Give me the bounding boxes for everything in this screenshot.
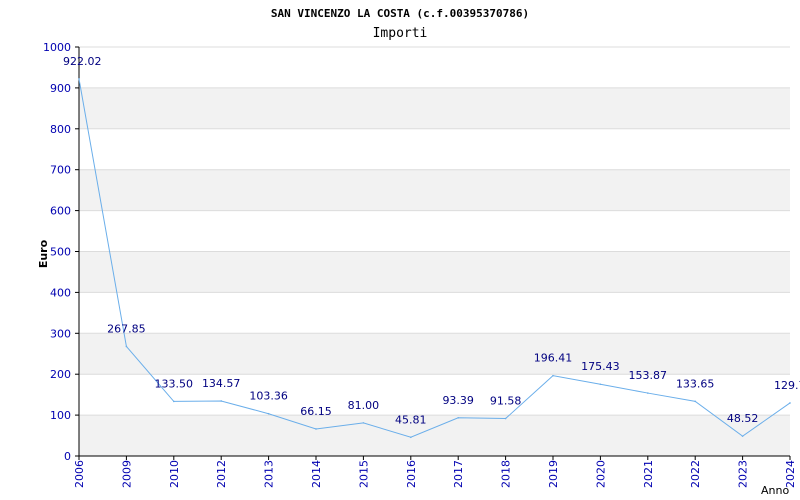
data-point [504,417,507,420]
y-tick-label: 300 [50,327,71,340]
data-label: 133.65 [676,377,715,390]
grid-band [79,169,790,211]
grid-band [79,251,790,293]
grid-band [79,87,790,129]
data-label: 81.00 [348,399,380,412]
data-label: 93.39 [442,394,474,407]
x-tick-label: 2006 [73,460,86,488]
data-point [315,428,317,430]
x-tick-labels: 2006 2009 2010 2012 2013 2014 2015 2016 2017 2018… [73,460,797,488]
x-tick-label: 2012 [215,460,228,488]
data-label: 153.87 [629,369,668,382]
x-tick-label: 2022 [689,460,702,488]
data-label: 91.58 [490,395,522,408]
x-axis-label: Anno [761,484,789,497]
grid-band [79,333,790,375]
y-tick-label: 900 [50,82,71,95]
data-point [741,435,744,437]
grid-band [79,415,790,456]
y-tick-label: 800 [50,123,71,136]
data-point [552,374,554,377]
y-axis-label: Euro [37,239,50,268]
data-point [125,345,128,348]
data-point [267,412,270,415]
data-label: 48.52 [727,412,759,425]
x-tick-label: 2018 [500,460,513,488]
data-point [78,78,80,80]
chart-subtitle: Importi [373,26,428,41]
y-tick-label: 100 [50,409,71,422]
data-point [410,436,412,439]
x-tick-label: 2021 [642,460,655,488]
grid-bands [79,46,790,457]
data-label: 267.85 [107,322,146,335]
data-point [173,400,175,403]
x-tick-label: 2010 [168,460,181,488]
y-tick-label: 600 [50,205,71,218]
data-label: 129.7 [774,379,800,392]
data-point [362,422,365,424]
data-point [220,400,222,402]
y-tick-label: 1000 [43,41,71,54]
data-label: 922.02 [63,55,102,68]
y-tick-label: 200 [50,368,71,381]
data-label: 134.57 [202,377,241,390]
data-point [789,402,791,404]
y-tick-label: 0 [64,450,71,463]
data-label: 196.41 [534,352,573,365]
x-tick-label: 2017 [452,460,465,488]
x-tick-label: 2023 [737,460,750,488]
data-point [457,417,460,419]
chart-title: SAN VINCENZO LA COSTA (c.f.00395370786) [271,7,529,20]
x-tick-label: 2013 [263,460,276,488]
x-tick-label: 2019 [547,460,560,488]
data-label: 133.50 [155,377,194,390]
data-label: 103.36 [249,390,288,403]
x-tick-label: 2014 [310,460,323,488]
x-tick-label: 2016 [405,460,418,488]
line-chart: SAN VINCENZO LA COSTA (c.f.00395370786) … [37,7,800,497]
x-tick-label: 2009 [120,460,133,488]
data-point [694,400,696,403]
x-tick-label: 2020 [594,460,607,488]
y-tick-label: 500 [50,246,71,259]
data-label: 66.15 [300,405,332,418]
y-tick-label: 700 [50,164,71,177]
y-tick-label: 400 [50,286,71,299]
data-label: 45.81 [395,413,427,426]
data-point [647,392,649,394]
data-point [599,383,602,386]
x-tick-label: 2015 [357,460,370,488]
data-label: 175.43 [581,360,620,373]
